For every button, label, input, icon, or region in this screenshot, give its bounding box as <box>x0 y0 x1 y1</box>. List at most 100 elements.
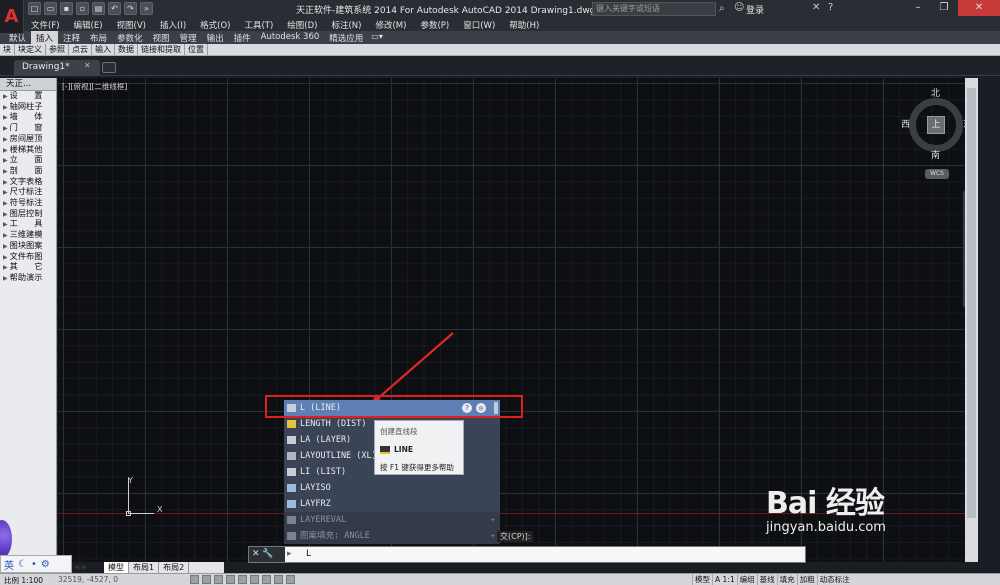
close-icon[interactable]: ✕ <box>958 0 1000 16</box>
ribbon-panel[interactable]: 参照 <box>46 44 69 55</box>
layout-tab[interactable]: 布局2 <box>159 562 190 573</box>
ribbon-tab[interactable]: 视图 <box>148 31 175 44</box>
layout-tab[interactable]: 模型 <box>104 562 129 573</box>
settings-icon[interactable]: ⚙ <box>41 559 50 570</box>
search-icon[interactable]: ⌕ <box>719 3 725 14</box>
restore-icon[interactable]: ❐ <box>932 0 956 16</box>
status-toggle[interactable]: 编组 <box>736 574 757 585</box>
menu-item[interactable]: 参数(P) <box>413 18 456 31</box>
ducs-icon[interactable] <box>262 575 271 584</box>
snap-icon[interactable] <box>190 575 199 584</box>
menu-item[interactable]: 绘图(D) <box>280 18 324 31</box>
palette-item-label: 帮助演示 <box>9 271 43 282</box>
watermark-main: Bai 经验 <box>766 486 885 521</box>
ribbon-tab[interactable]: 输出 <box>202 31 229 44</box>
overflow-icon[interactable]: » <box>140 2 153 15</box>
ribbon-toggle-icon[interactable]: ▭▾ <box>368 31 386 44</box>
exchange-icon[interactable]: ✕ <box>812 2 820 13</box>
autocomplete-item[interactable]: LAYEREVAL + <box>284 512 500 528</box>
expand-icon[interactable]: + <box>491 512 495 528</box>
status-toggle[interactable]: 模型 <box>692 574 712 585</box>
punctuation-icon[interactable]: • <box>31 559 37 570</box>
search-input[interactable]: 键入关键字或短语 <box>592 2 716 16</box>
command-line-controls[interactable]: ✕ 🔧 <box>249 547 285 562</box>
scrollbar-thumb[interactable] <box>967 88 976 518</box>
print-icon[interactable]: ▤ <box>92 2 105 15</box>
ribbon-tab[interactable]: 精选应用 <box>324 31 368 44</box>
grid-icon[interactable] <box>202 575 211 584</box>
status-toggle[interactable]: 基线 <box>756 574 777 585</box>
new-file-icon[interactable]: □ <box>28 2 41 15</box>
status-toggle[interactable]: 动态标注 <box>816 574 852 585</box>
command-history-text: 交(CP)]: <box>497 531 534 542</box>
palette-item[interactable]: ▶ 帮助演示 <box>0 271 56 284</box>
coordinate-readout[interactable]: 32519, -4527, 0 <box>58 575 118 584</box>
save-icon[interactable]: ▪ <box>60 2 73 15</box>
ribbon-panel[interactable]: 块 <box>0 44 15 55</box>
dyn-icon[interactable] <box>274 575 283 584</box>
tangent-palette: 天正... ▶ 设 置 ▶ 轴网柱子 ▶ 墙 体 ▶ 门 窗 ▶ 房间屋顶 ▶ 楼梯其他 ▶ 立 面 ▶ 剖 … <box>0 78 57 562</box>
status-toggle[interactable]: 填充 <box>776 574 797 585</box>
autocomplete-item[interactable]: 图案填充: ANGLE + <box>284 528 500 544</box>
menu-item[interactable]: 插入(I) <box>153 18 193 31</box>
ribbon-tab[interactable]: 插件 <box>229 31 256 44</box>
ortho-icon[interactable] <box>214 575 223 584</box>
ribbon-tab[interactable]: 插入 <box>31 31 59 44</box>
open-file-icon[interactable]: ▭ <box>44 2 57 15</box>
redo-icon[interactable]: ↷ <box>124 2 137 15</box>
osnap-icon[interactable] <box>238 575 247 584</box>
autocad-logo[interactable]: A <box>0 0 24 33</box>
menu-item[interactable]: 视图(V) <box>110 18 153 31</box>
command-prompt-icon[interactable]: ▸ <box>287 547 301 562</box>
ribbon-tab[interactable]: Autodesk 360 <box>256 31 325 44</box>
layout-tabs: 模型 布局1 布局2 <box>104 562 224 573</box>
status-toggle[interactable]: A 1:1 <box>712 574 737 585</box>
file-tab-close-icon[interactable]: ✕ <box>84 61 91 70</box>
login-link[interactable]: 登录 <box>746 3 764 16</box>
ribbon-panel[interactable]: 点云 <box>69 44 92 55</box>
layout-tab[interactable]: 布局1 <box>129 562 160 573</box>
new-tab-button[interactable] <box>102 62 116 73</box>
ribbon-panel[interactable]: 块定义 <box>15 44 46 55</box>
autocomplete-item[interactable]: LAYISO <box>284 480 500 496</box>
scale-readout[interactable]: 比例 1:100 <box>4 575 43 585</box>
save-as-icon[interactable]: ▫ <box>76 2 89 15</box>
autocomplete-item[interactable]: LAYFRZ <box>284 496 500 512</box>
ribbon-panel[interactable]: 链接和提取 <box>138 44 185 55</box>
undo-icon[interactable]: ↶ <box>108 2 121 15</box>
status-toggle[interactable]: 加粗 <box>796 574 817 585</box>
menu-item[interactable]: 修改(M) <box>368 18 413 31</box>
help-icon[interactable]: ? <box>828 2 833 13</box>
command-input[interactable]: L <box>306 547 311 562</box>
ribbon-tabs: 默认 插入 注释 布局 参数化 视图 管理 输出 插件 Autodesk 360 精选应用 ▭▾ <box>0 31 1000 44</box>
ime-language[interactable]: 英 <box>4 557 14 572</box>
menu-item[interactable]: 格式(O) <box>193 18 237 31</box>
otrack-icon[interactable] <box>250 575 259 584</box>
polar-icon[interactable] <box>226 575 235 584</box>
user-icon[interactable]: ☺ <box>734 2 744 13</box>
layereval-icon <box>287 516 296 524</box>
vertical-scrollbar[interactable] <box>965 78 978 562</box>
menu-item[interactable]: 文件(F) <box>24 18 67 31</box>
ime-toolbar[interactable]: 英 ☾ • ⚙ <box>0 555 72 573</box>
command-tooltip: 创建直线段 LINE 按 F1 键获得更多帮助 <box>374 420 464 475</box>
menu-item[interactable]: 工具(T) <box>237 18 280 31</box>
menu-item[interactable]: 标注(N) <box>324 18 368 31</box>
expand-icon[interactable]: + <box>491 528 495 544</box>
ribbon-tab[interactable]: 参数化 <box>112 31 148 44</box>
lineweight-icon[interactable] <box>286 575 295 584</box>
layout-prev-icon[interactable]: ◀ ▶ <box>74 562 87 573</box>
minimize-icon[interactable]: – <box>906 0 930 16</box>
autocomplete-item-label: LAYISO <box>300 483 331 493</box>
ribbon-panel[interactable]: 输入 <box>92 44 115 55</box>
menu-item[interactable]: 编辑(E) <box>67 18 110 31</box>
ribbon-panel[interactable]: 数据 <box>115 44 138 55</box>
menu-item[interactable]: 帮助(H) <box>502 18 546 31</box>
ribbon-tab[interactable]: 注释 <box>58 31 85 44</box>
ribbon-panel[interactable]: 位置 <box>185 44 208 55</box>
moon-icon[interactable]: ☾ <box>18 559 27 570</box>
list-icon <box>287 468 296 476</box>
ribbon-tab[interactable]: 布局 <box>85 31 112 44</box>
ribbon-tab[interactable]: 管理 <box>175 31 202 44</box>
menu-item[interactable]: 窗口(W) <box>456 18 502 31</box>
